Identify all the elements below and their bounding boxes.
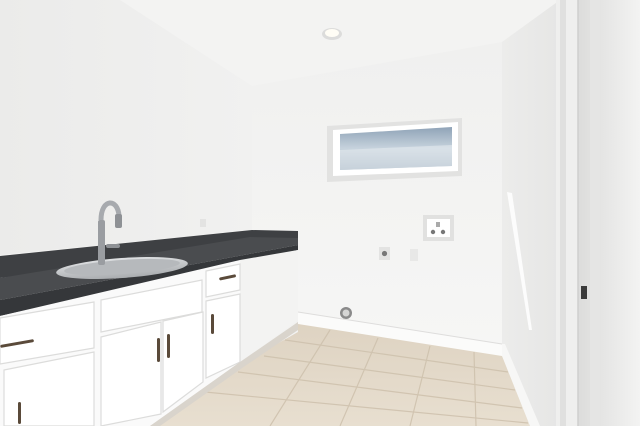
cabinet-door: [100, 321, 162, 426]
ceiling-light-icon: [322, 28, 342, 40]
door-latch-icon: [581, 286, 587, 299]
washer-box-icon: [423, 215, 454, 241]
window-icon: [327, 118, 462, 182]
door-frame: [556, 0, 640, 426]
dryer-vent-icon: [340, 307, 352, 319]
photo-canvas: [0, 0, 640, 426]
laundry-room-photo: [0, 0, 640, 426]
